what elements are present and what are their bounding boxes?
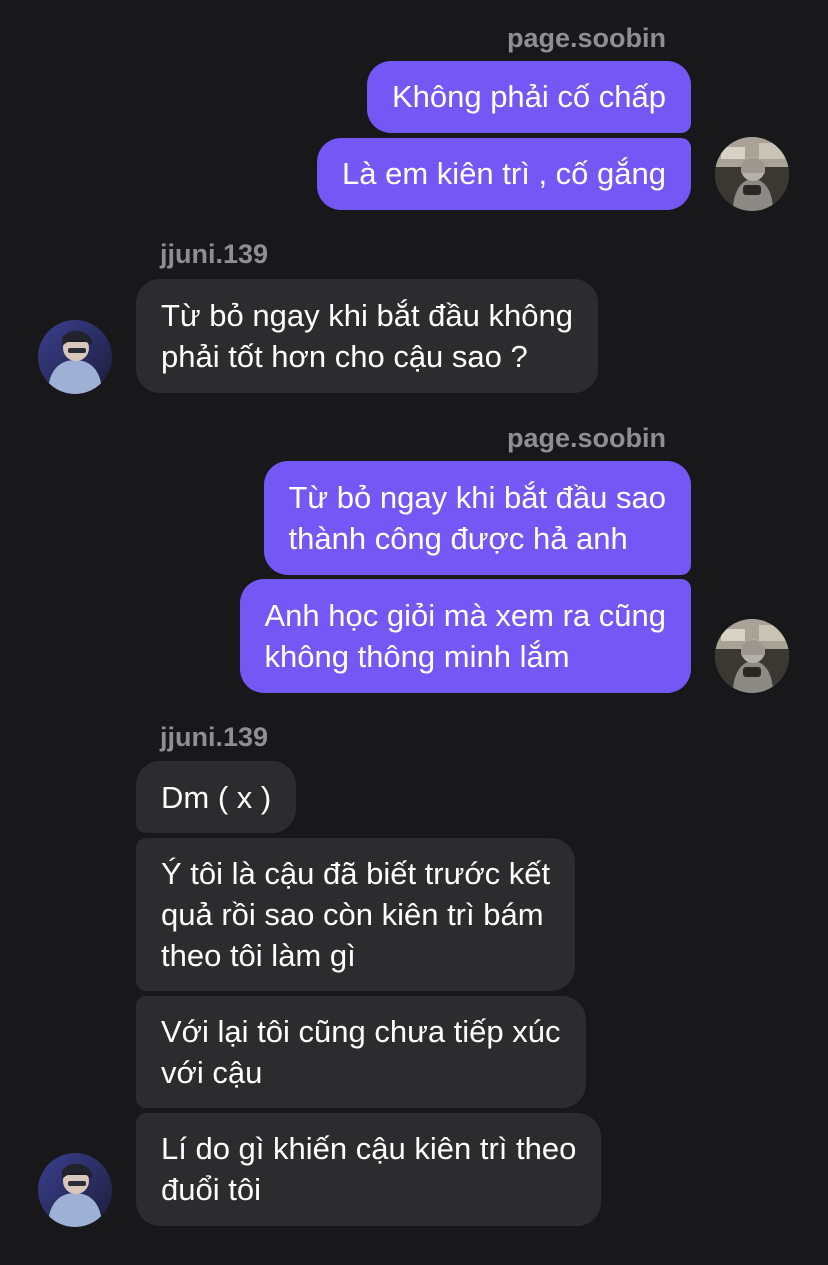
message-text-line: theo tôi làm gì <box>161 938 356 973</box>
message-text-line: quả rồi sao còn kiên trì bám <box>161 897 544 932</box>
recipient-username[interactable]: jjuni.139 <box>160 237 268 271</box>
message-bubble-incoming[interactable]: Lí do gì khiến cậu kiên trì theo đuổi tô… <box>136 1113 602 1226</box>
sender-username[interactable]: page.soobin <box>507 21 666 55</box>
message-text-line: không thông minh lắm <box>264 639 570 674</box>
message-text-line: phải tốt hơn cho cậu sao ? <box>161 339 528 374</box>
message-text-line: Lí do gì khiến cậu kiên trì theo <box>161 1131 577 1166</box>
message-bubble-outgoing[interactable]: Không phải cố chấp <box>366 61 691 133</box>
message-text: Không phải cố chấp <box>391 79 666 114</box>
message-text-line: Anh học giỏi mà xem ra cũng <box>264 598 667 633</box>
message-bubble-outgoing[interactable]: Là em kiên trì , cố gắng <box>317 138 691 210</box>
recipient-avatar-icon[interactable] <box>38 1153 112 1227</box>
message-text: Dm ( x ) <box>161 780 272 815</box>
message-bubble-outgoing[interactable]: Từ bỏ ngay khi bắt đầu sao thành công đư… <box>263 461 691 575</box>
message-bubble-outgoing[interactable]: Anh học giỏi mà xem ra cũng không thông … <box>239 579 691 693</box>
message-text-line: thành công được hả anh <box>288 521 628 556</box>
sender-avatar-icon[interactable] <box>715 619 789 693</box>
message-text-line: đuổi tôi <box>161 1172 261 1207</box>
sender-avatar-icon[interactable] <box>715 137 789 211</box>
message-bubble-incoming[interactable]: Ý tôi là cậu đã biết trước kết quả rồi s… <box>136 838 576 991</box>
message-text-line: Từ bỏ ngay khi bắt đầu không <box>161 298 573 333</box>
sender-username[interactable]: page.soobin <box>507 421 666 455</box>
message-text-line: Từ bỏ ngay khi bắt đầu sao <box>288 480 667 515</box>
message-text: Là em kiên trì , cố gắng <box>342 156 666 191</box>
message-text-line: với cậu <box>161 1055 263 1090</box>
message-text-line: Với lại tôi cũng chưa tiếp xúc <box>161 1014 561 1049</box>
recipient-avatar-icon[interactable] <box>38 320 112 394</box>
message-bubble-incoming[interactable]: Từ bỏ ngay khi bắt đầu không phải tốt hơ… <box>136 279 598 393</box>
message-bubble-incoming[interactable]: Dm ( x ) <box>136 761 297 833</box>
recipient-username[interactable]: jjuni.139 <box>160 720 268 754</box>
message-text-line: Ý tôi là cậu đã biết trước kết <box>161 856 551 891</box>
message-bubble-incoming[interactable]: Với lại tôi cũng chưa tiếp xúc với cậu <box>136 996 586 1108</box>
